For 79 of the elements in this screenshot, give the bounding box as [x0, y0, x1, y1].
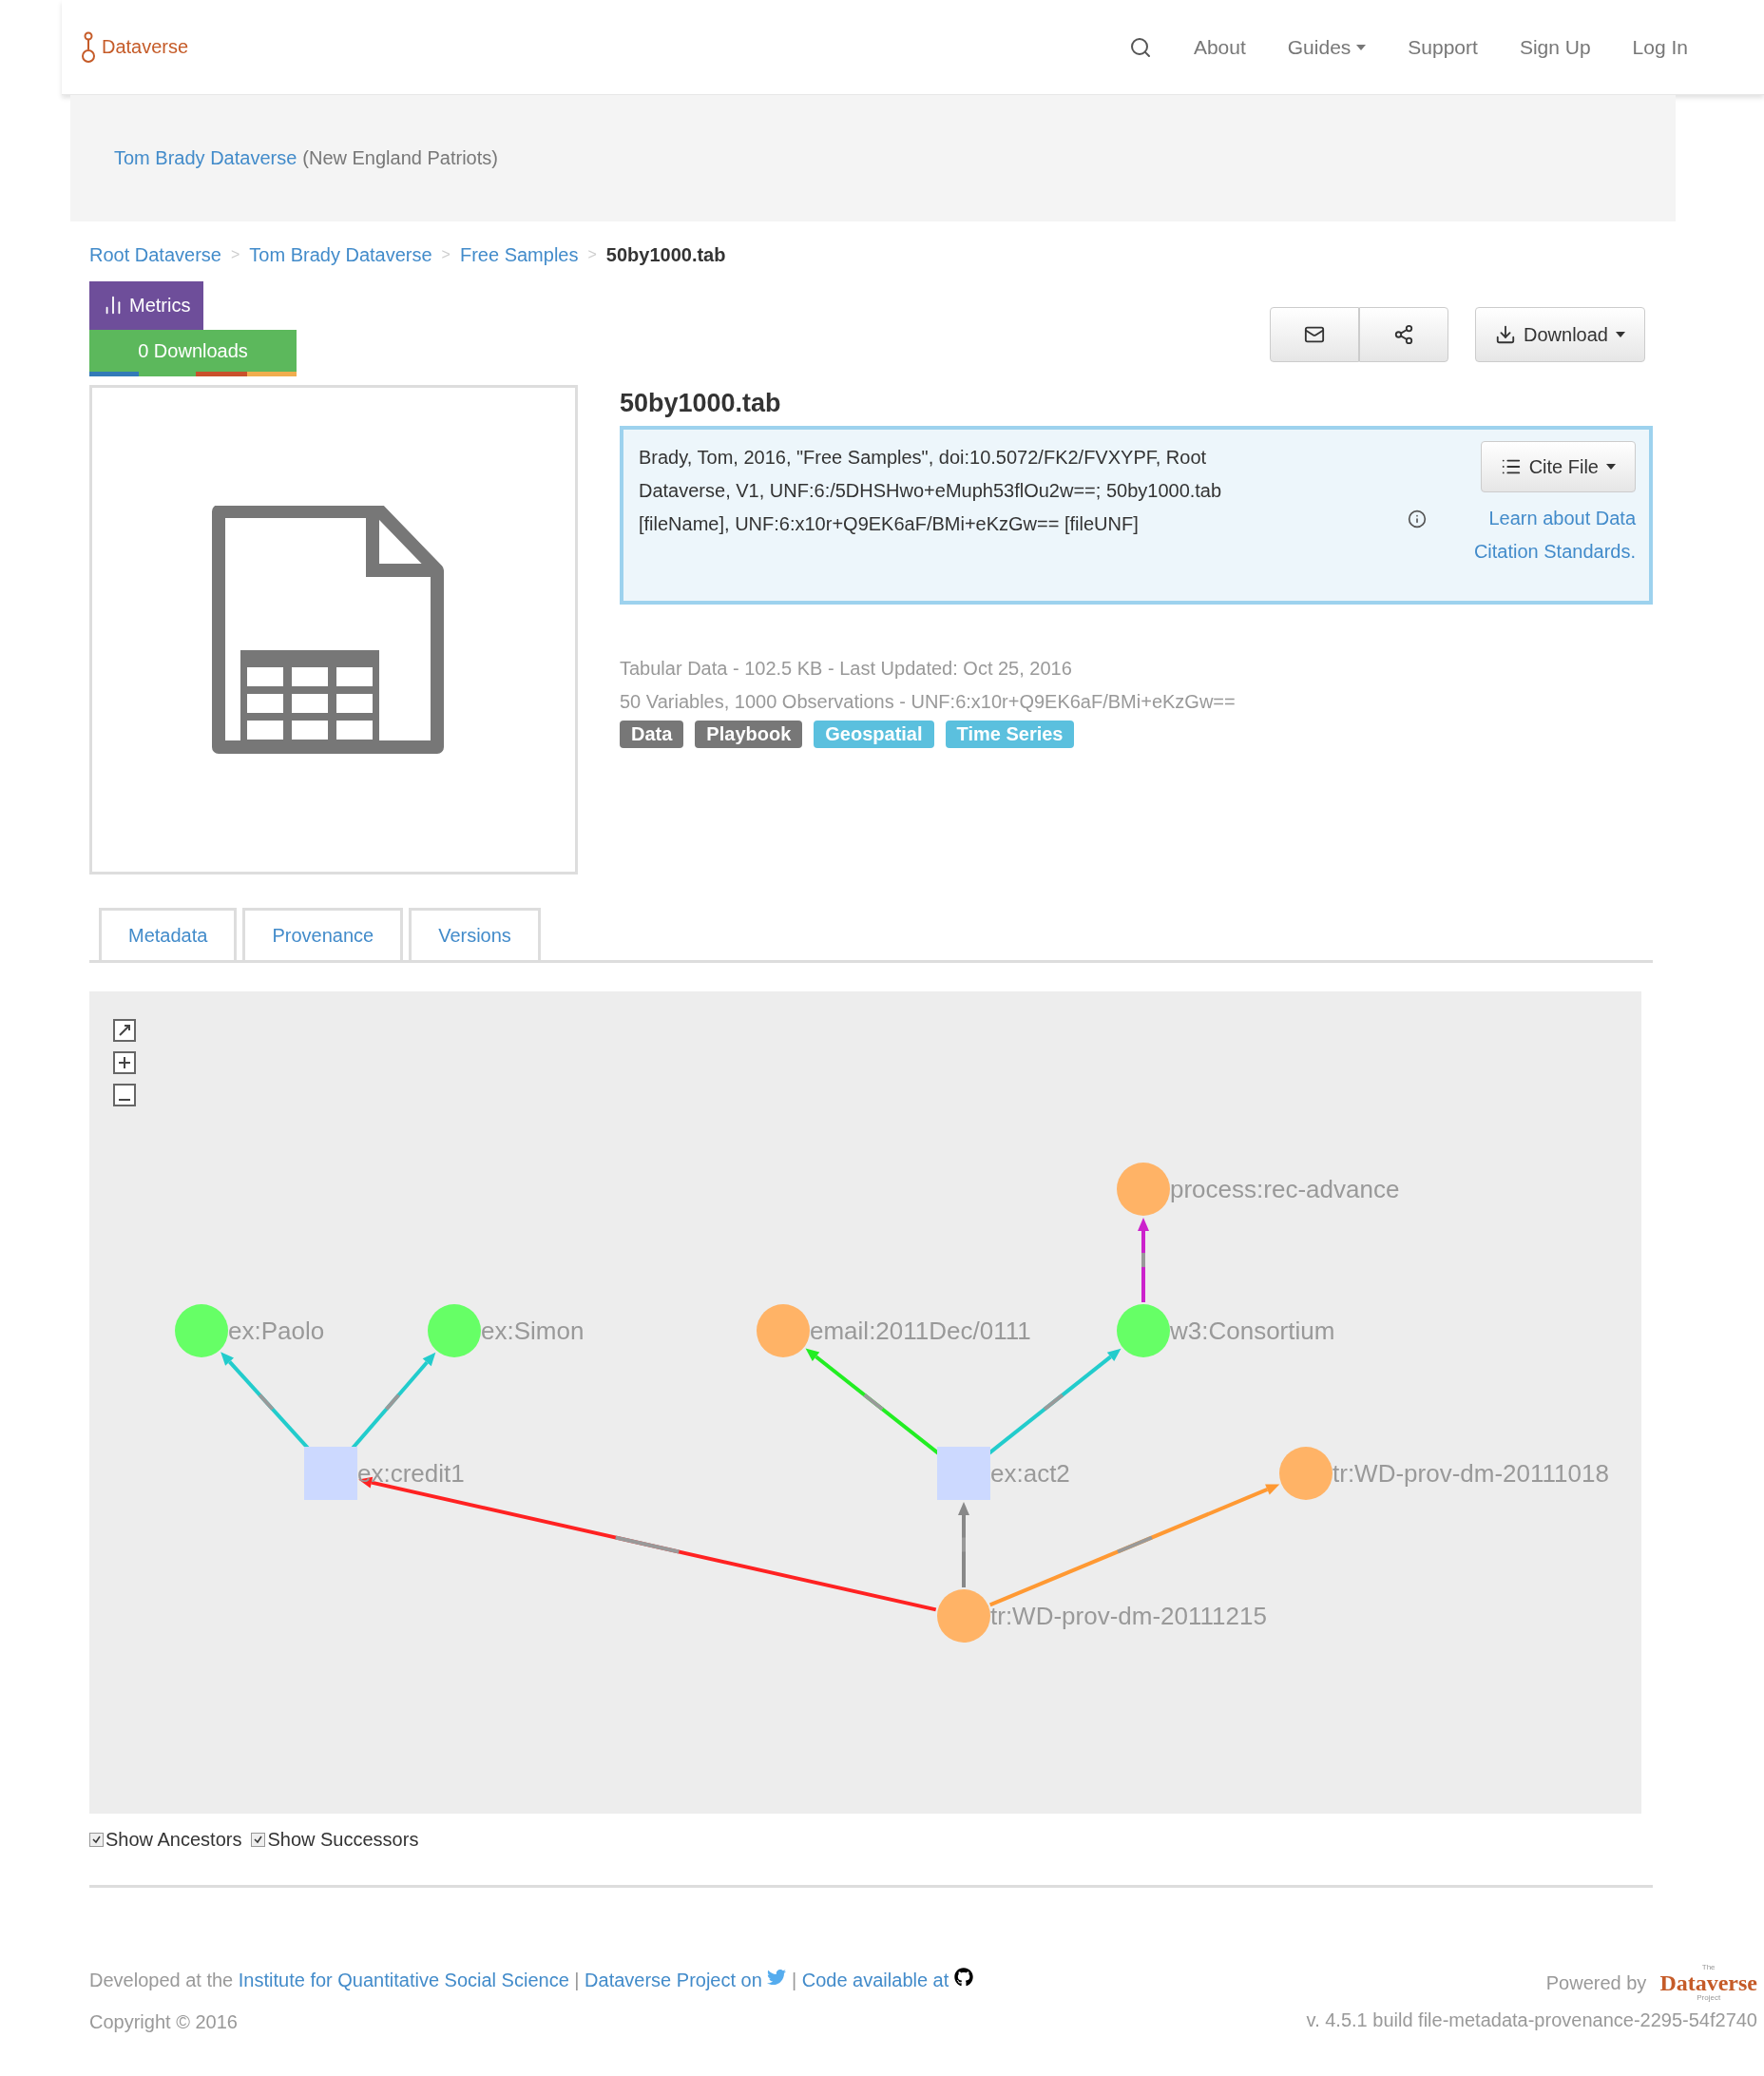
copyright-text: Copyright © 2016 — [89, 2010, 239, 2034]
tab[interactable]: Versions — [409, 908, 541, 960]
caret-icon — [1606, 464, 1616, 470]
version-text: v. 4.5.1 build file-metadata-provenance-2295-54f2740 — [1306, 2009, 1757, 2031]
share-icon — [1393, 324, 1415, 345]
file-tag: Data — [620, 721, 684, 748]
dataverse-name-link[interactable]: Tom Brady Dataverse — [114, 147, 297, 169]
breadcrumb-link[interactable]: Root Dataverse — [89, 243, 221, 266]
github-icon — [953, 1968, 973, 1987]
nav-link[interactable]: Guides — [1287, 35, 1367, 59]
activity-node[interactable] — [304, 1447, 357, 1500]
node-label: email:2011Dec/0111 — [810, 1317, 1031, 1345]
project-link[interactable]: Dataverse Project on — [585, 1970, 787, 1990]
agent-node[interactable] — [175, 1304, 228, 1357]
download-icon — [1495, 324, 1517, 345]
entity-node[interactable] — [1117, 1163, 1170, 1216]
node-label: process:rec-advance — [1170, 1175, 1400, 1203]
logo-name: Dataverse — [1659, 1971, 1757, 1994]
checkbox[interactable] — [89, 1833, 104, 1847]
file-tag: Time Series — [945, 721, 1075, 748]
nav-link[interactable]: Log In — [1632, 35, 1688, 59]
breadcrumb-separator: > — [441, 246, 451, 263]
tab[interactable]: Provenance — [242, 908, 404, 960]
checkbox[interactable] — [251, 1833, 266, 1847]
breadcrumb-current[interactable]: 50by1000.tab — [605, 243, 726, 266]
node-label: tr:WD-prov-dm-20111018 — [1333, 1459, 1609, 1488]
caret-icon — [1616, 332, 1625, 337]
logo-project-text: Project — [1697, 1994, 1721, 2002]
checkbox-label: Show Successors — [267, 1829, 419, 1851]
entity-node[interactable] — [757, 1304, 810, 1357]
search-icon[interactable] — [1128, 35, 1152, 59]
checkbox-label: Show Ancestors — [105, 1829, 242, 1851]
footer-credits: Developed at the Institute for Quantitative Social Science | Dataverse Project on | Code available at — [89, 1964, 1049, 1996]
share-button[interactable] — [1359, 307, 1449, 362]
agent-node[interactable] — [1117, 1304, 1170, 1357]
learn-citation-link[interactable]: Learn about Data Citation Standards. — [1408, 502, 1636, 568]
metrics-label: Metrics — [89, 281, 204, 330]
file-info-text: 50 Variables, 1000 Observations - UNF:6:x10r+Q9EK6aF/BMi+eKzGw== — [620, 690, 1237, 714]
brand-link[interactable]: Dataverse — [81, 30, 189, 64]
fit-view-icon[interactable] — [112, 1018, 137, 1043]
bird-icon — [767, 1968, 787, 1987]
breadcrumb-separator: > — [230, 246, 240, 263]
zoom-in-icon[interactable] — [112, 1050, 137, 1075]
node-label: tr:WD-prov-dm-20111215 — [990, 1602, 1267, 1630]
code-link[interactable]: Code available at — [801, 1970, 973, 1990]
nav-link[interactable]: Support — [1408, 35, 1478, 59]
file-info-text: Tabular Data - 102.5 KB - Last Updated: Oct 25, 2016 — [620, 657, 1073, 681]
download-button[interactable]: Download — [1475, 307, 1645, 362]
agent-node[interactable] — [428, 1304, 481, 1357]
tab[interactable]: Metadata — [99, 908, 238, 960]
email-button[interactable] — [1270, 307, 1360, 362]
caret-icon — [1356, 44, 1367, 50]
info-icon — [1408, 509, 1427, 529]
file-tag: Geospatial — [814, 721, 934, 748]
nav-link[interactable]: About — [1193, 35, 1246, 59]
file-title: 50by1000.tab — [620, 389, 782, 418]
affiliation-text: (New England Patriots) — [302, 147, 498, 169]
dataverse-logo-icon — [81, 30, 96, 64]
logo-small-text: The — [1701, 1964, 1716, 1971]
node-label: ex:credit1 — [357, 1459, 465, 1488]
downloads-count: 0 Downloads — [89, 330, 297, 373]
breadcrumb-link[interactable]: Free Samples — [459, 243, 579, 266]
activity-node[interactable] — [937, 1447, 990, 1500]
zoom-out-icon[interactable] — [112, 1083, 137, 1107]
citation-text: Brady, Tom, 2016, "Free Samples", doi:10.5072/FK2/FVXYPF, Root Dataverse, V1, UNF:6:/5DHSHwo+eMuph53flOu2w==; 50by1000.tab [fileName], UNF:6:x10r+Q9EK6aF/BMi+eKzGw== [fileUNF] — [639, 446, 1223, 536]
institute-link[interactable]: Institute for Quantitative Social Science — [238, 1970, 569, 1990]
node-label: ex:Paolo — [228, 1317, 325, 1345]
node-label: ex:act2 — [990, 1459, 1070, 1488]
node-label: ex:Simon — [481, 1317, 585, 1345]
breadcrumb-separator: > — [587, 246, 597, 263]
file-tag: Playbook — [695, 721, 803, 748]
powered-by-text: Powered by — [1545, 1971, 1647, 1994]
node-label: w3:Consortium — [1170, 1317, 1335, 1345]
nav-link[interactable]: Sign Up — [1519, 35, 1591, 59]
entity-node[interactable] — [937, 1589, 990, 1643]
envelope-icon — [1304, 324, 1326, 345]
entity-node[interactable] — [1279, 1447, 1333, 1500]
cite-file-button[interactable]: Cite File — [1480, 441, 1636, 492]
breadcrumb-link[interactable]: Tom Brady Dataverse — [249, 243, 432, 266]
